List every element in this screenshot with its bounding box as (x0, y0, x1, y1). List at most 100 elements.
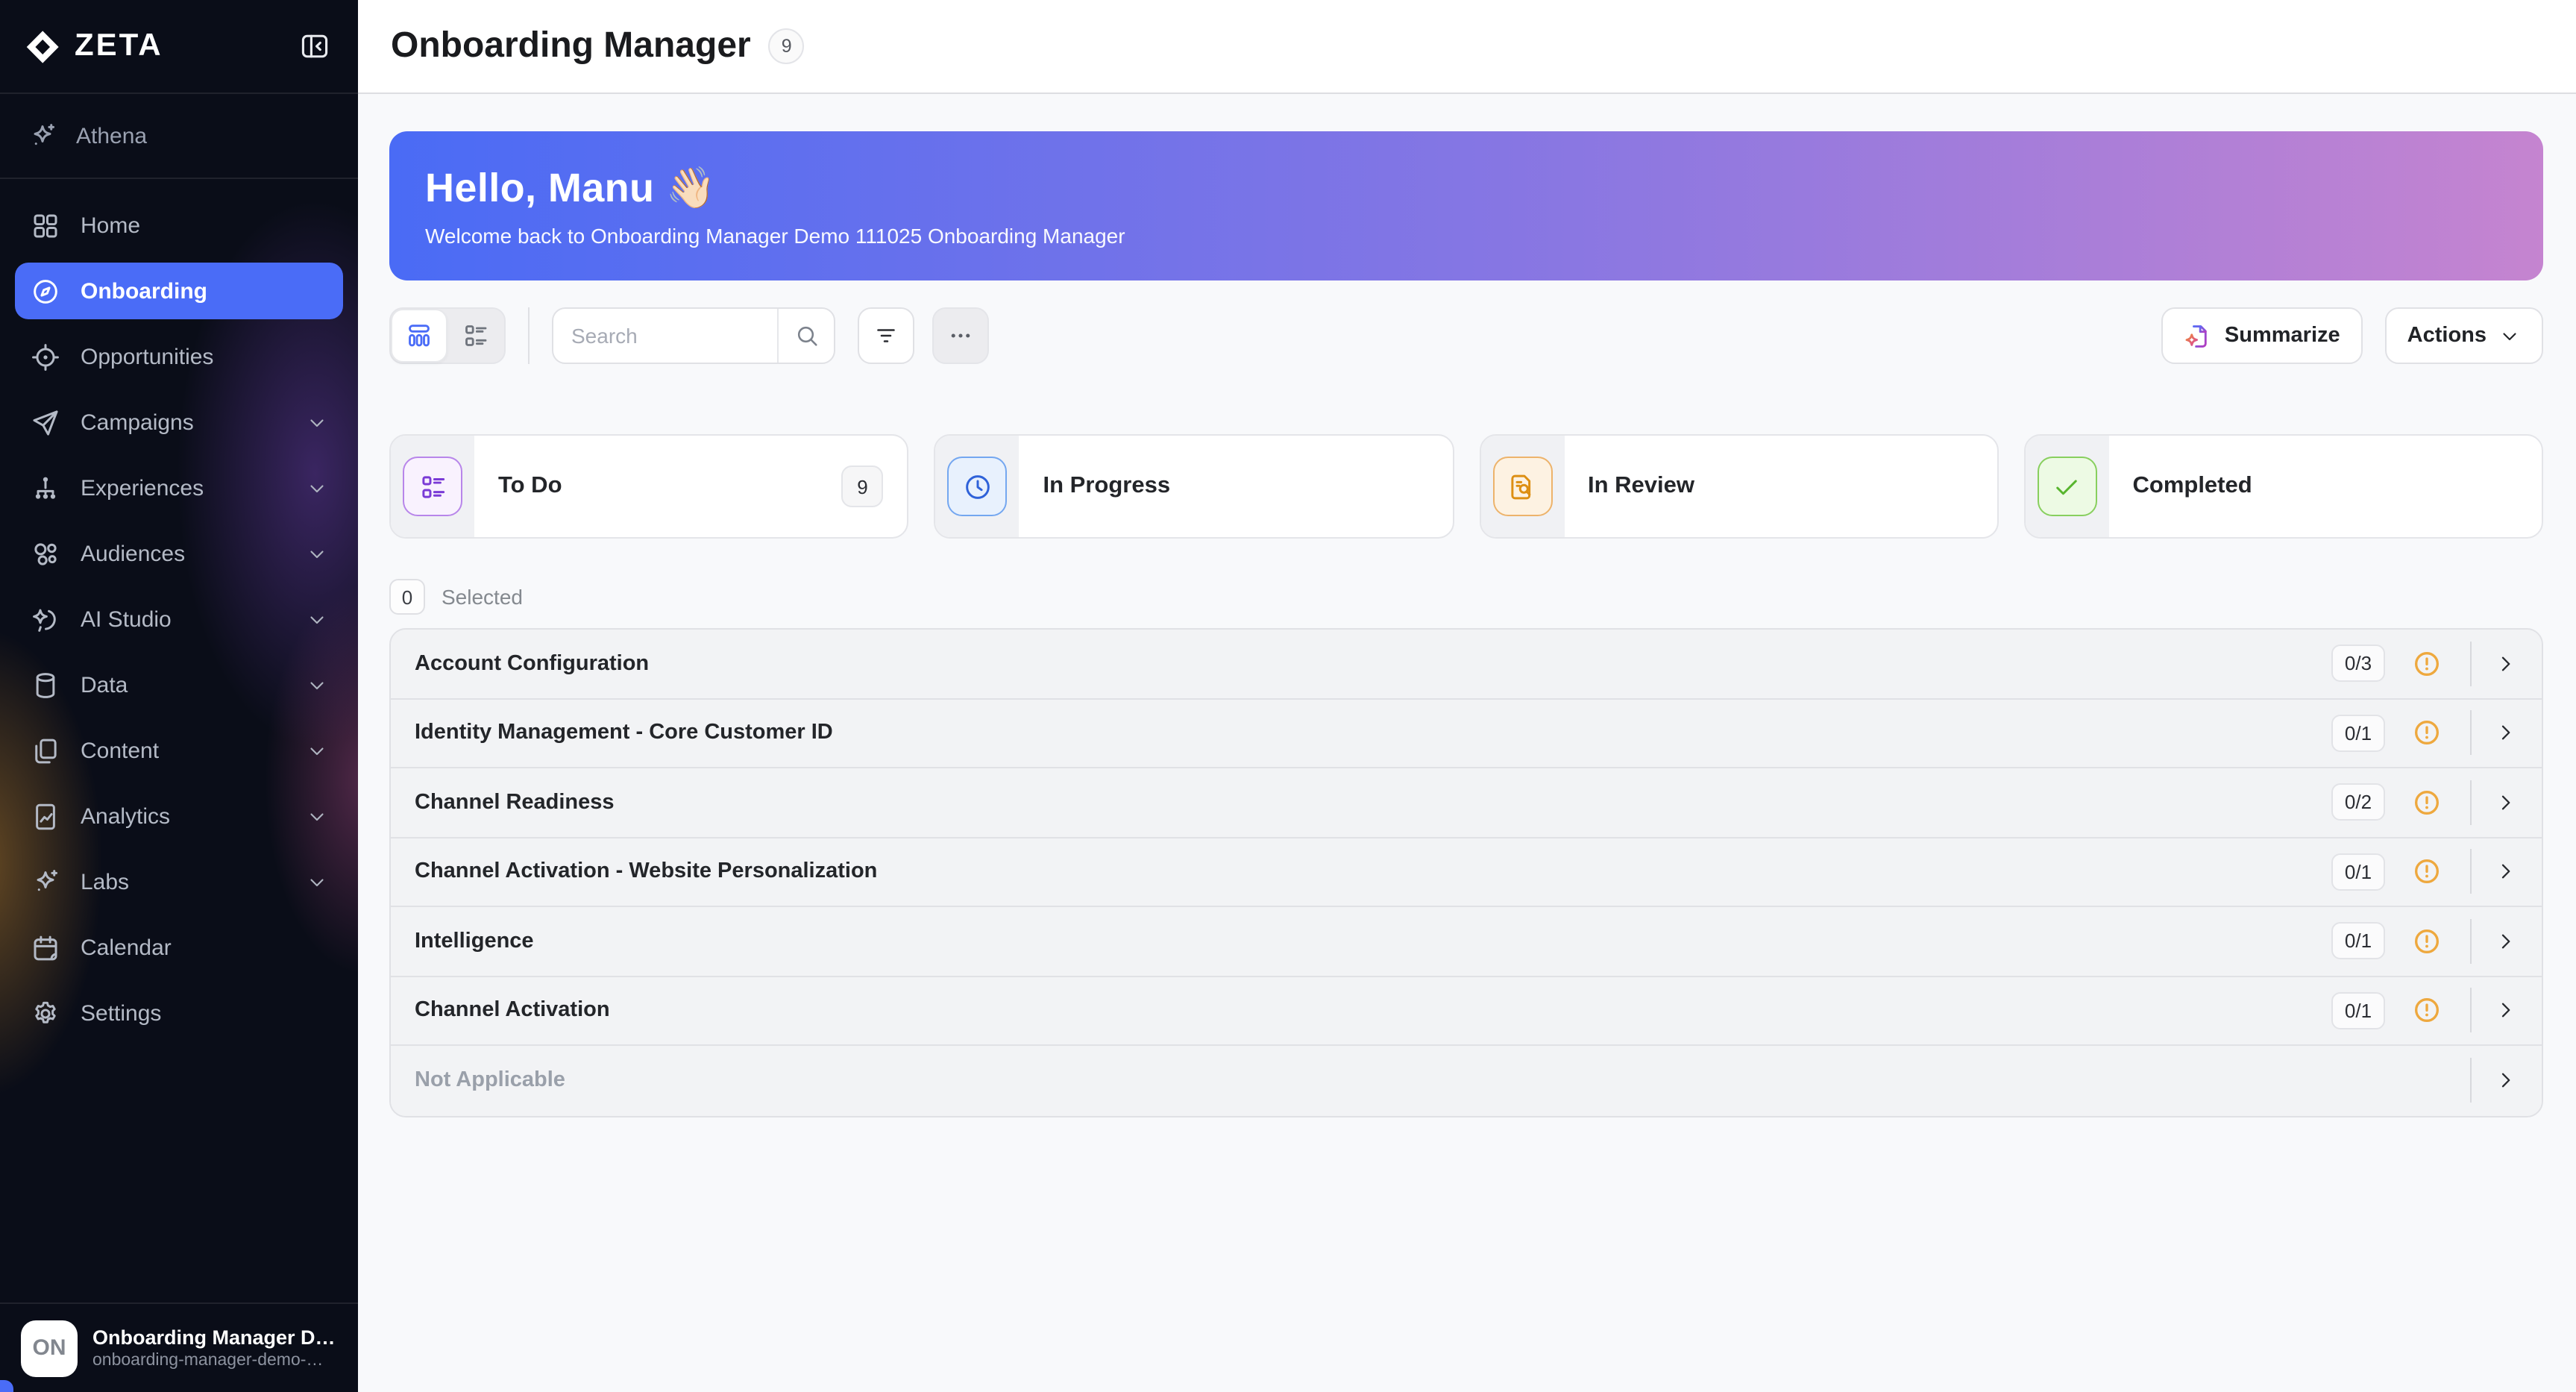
account-avatar: ON (21, 1320, 78, 1376)
sidebar-collapse-icon[interactable] (295, 27, 334, 66)
status-card-in-review[interactable]: In Review (1479, 434, 1999, 539)
search-button[interactable] (779, 309, 834, 363)
sidebar-nav: Home Onboarding Opportunities Campaigns … (0, 179, 358, 1302)
task-title: Not Applicable (415, 1069, 2442, 1093)
sidebar-item-analytics[interactable]: Analytics (15, 788, 343, 844)
summarize-button[interactable]: Summarize (2162, 307, 2363, 364)
welcome-title: Hello, Manu 👋🏻 (425, 164, 2507, 212)
filter-button[interactable] (858, 307, 914, 364)
sidebar-item-experiences[interactable]: Experiences (15, 460, 343, 516)
check-icon (2052, 471, 2083, 502)
toolbar-right: Summarize Actions (2162, 307, 2543, 364)
status-card-in-progress[interactable]: In Progress (934, 434, 1454, 539)
row-divider (2470, 1059, 2472, 1103)
sidebar-item-labs[interactable]: Labs (15, 853, 343, 910)
sidebar-item-home[interactable]: Home (15, 197, 343, 254)
send-icon (30, 407, 61, 438)
gear-icon (30, 997, 61, 1029)
circles-icon (30, 538, 61, 569)
account-switcher[interactable]: ON Onboarding Manager D… onboarding-mana… (0, 1302, 358, 1392)
status-card-label: Completed (2133, 473, 2252, 500)
sidebar-item-label: Settings (81, 1000, 161, 1026)
status-card-completed[interactable]: Completed (2024, 434, 2544, 539)
task-row-channel-readiness[interactable]: Channel Readiness 0/2 (391, 768, 2542, 838)
sidebar-item-ai-studio[interactable]: AI Studio (15, 591, 343, 648)
zeta-diamond-icon (24, 28, 61, 65)
row-divider (2470, 780, 2472, 825)
task-row-intelligence[interactable]: Intelligence 0/1 (391, 907, 2542, 976)
sidebar-item-content[interactable]: Content (15, 722, 343, 779)
warning-icon (2412, 718, 2442, 748)
sidebar-item-audiences[interactable]: Audiences (15, 525, 343, 582)
task-row-channel-activation-website-personalization[interactable]: Channel Activation - Website Personaliza… (391, 838, 2542, 907)
hierarchy-icon (30, 472, 61, 504)
status-card-to-do[interactable]: To Do 9 (389, 434, 909, 539)
status-cards: To Do 9 In Progress In Review Completed (389, 434, 2543, 539)
sidebar-item-athena[interactable]: Athena (0, 94, 358, 179)
sidebar-item-campaigns[interactable]: Campaigns (15, 394, 343, 451)
chevron-right-icon (2494, 999, 2518, 1023)
board-view-icon (404, 321, 434, 351)
task-progress-badge: 0/2 (2331, 784, 2385, 821)
search-icon (793, 322, 820, 349)
row-divider (2470, 711, 2472, 756)
sidebar-item-label: Experiences (81, 475, 204, 501)
warning-icon (2412, 788, 2442, 818)
selection-count-badge: 0 (389, 579, 425, 615)
sidebar-item-onboarding[interactable]: Onboarding (15, 263, 343, 319)
row-divider (2470, 988, 2472, 1033)
toolbar: Summarize Actions (389, 307, 2543, 364)
sidebar-item-data[interactable]: Data (15, 656, 343, 713)
filter-icon (873, 322, 899, 349)
task-title: Channel Activation - Website Personaliza… (415, 860, 2331, 884)
chevron-down-icon (306, 739, 328, 762)
sidebar-header: ZETA (0, 0, 358, 94)
task-progress-badge: 0/3 (2331, 645, 2385, 683)
pages-icon (30, 735, 61, 766)
warning-icon (2412, 857, 2442, 887)
sidebar-item-opportunities[interactable]: Opportunities (15, 328, 343, 385)
chevron-down-icon (306, 674, 328, 696)
account-subtitle: onboarding-manager-demo-… (92, 1352, 336, 1370)
page-title: Onboarding Manager (391, 25, 751, 67)
chevron-right-icon (2494, 721, 2518, 745)
more-options-button[interactable] (932, 307, 989, 364)
target-icon (30, 341, 61, 372)
task-progress-badge: 0/1 (2331, 992, 2385, 1029)
chevron-down-icon (306, 608, 328, 630)
sidebar-item-label: Opportunities (81, 344, 213, 369)
sidebar-item-label: AI Studio (81, 606, 172, 632)
task-row-identity-management-core-customer-id[interactable]: Identity Management - Core Customer ID 0… (391, 699, 2542, 768)
task-row-channel-activation[interactable]: Channel Activation 0/1 (391, 976, 2542, 1046)
sidebar-item-label: Athena (76, 123, 147, 148)
task-progress-badge: 0/1 (2331, 715, 2385, 752)
sidebar-item-calendar[interactable]: Calendar (15, 919, 343, 976)
selection-row: 0 Selected (389, 579, 2543, 615)
page-header: Onboarding Manager 9 (358, 0, 2576, 94)
account-info: Onboarding Manager D… onboarding-manager… (92, 1326, 336, 1370)
task-row-account-configuration[interactable]: Account Configuration 0/3 (391, 630, 2542, 699)
board-view-button[interactable] (391, 309, 447, 363)
brand-name: ZETA (75, 28, 163, 64)
list-view-button[interactable] (447, 309, 504, 363)
chevron-down-icon (2498, 325, 2521, 347)
view-toggle-group (389, 307, 506, 364)
status-card-label: To Do (498, 473, 562, 500)
sparkle-icon (27, 120, 58, 151)
task-title: Account Configuration (415, 652, 2331, 676)
database-icon (30, 669, 61, 700)
sidebar-item-label: Audiences (81, 541, 185, 566)
task-title: Channel Activation (415, 999, 2331, 1023)
row-divider (2470, 642, 2472, 686)
actions-button[interactable]: Actions (2385, 307, 2543, 364)
chevron-right-icon (2494, 652, 2518, 676)
summarize-label: Summarize (2225, 324, 2340, 348)
sidebar-item-label: Onboarding (81, 278, 207, 304)
sidebar-item-settings[interactable]: Settings (15, 985, 343, 1041)
list-view-icon (461, 321, 491, 351)
task-row-not-applicable[interactable]: Not Applicable (391, 1046, 2542, 1115)
task-title: Channel Readiness (415, 791, 2331, 815)
page-content: Hello, Manu 👋🏻 Welcome back to Onboardin… (358, 94, 2576, 1117)
search-input[interactable] (553, 309, 777, 363)
warning-icon (2412, 996, 2442, 1026)
